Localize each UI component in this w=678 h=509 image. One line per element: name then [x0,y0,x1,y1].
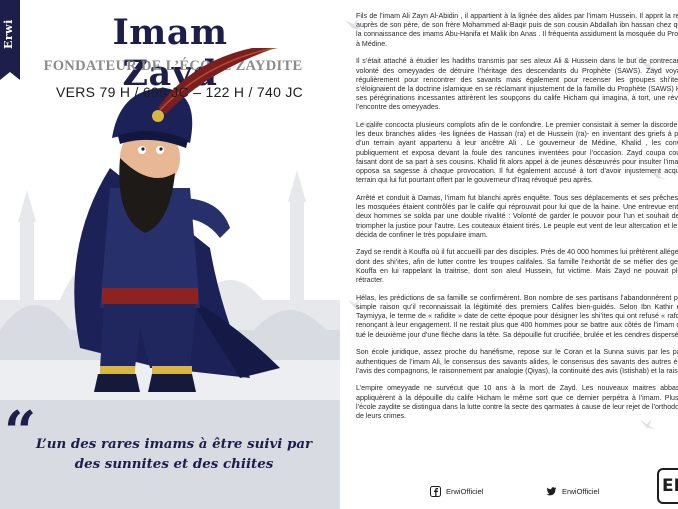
bio-paragraph: Il s’était attaché à étudier les hadiths… [356,57,678,112]
bio-paragraph: Arrêté et conduit à Damas, l’imam fut bl… [356,193,678,239]
twitter-link[interactable]: ErwiOfficiel [546,484,599,498]
imam-illustration [74,48,280,392]
bio-paragraph: Hélas, les prédictions de sa famille se … [356,293,678,339]
erwi-logo: ER [657,468,678,504]
biography-text: Fils de l’imam Ali Zayn Al-Abidin , il a… [356,12,678,430]
pull-quote: L’un des rares imams à être suivi par de… [35,436,313,472]
bio-paragraph: Fils de l’imam Ali Zayn Al-Abidin , il a… [356,12,678,48]
facebook-handle: ErwiOfficiel [446,486,484,496]
right-panel: Fils de l’imam Ali Zayn Al-Abidin , il a… [340,0,678,509]
bio-paragraph: Le calife concocta plusieurs complots af… [356,121,678,185]
bio-paragraph: Son école juridique, assez proche du han… [356,348,678,375]
facebook-link[interactable]: ErwiOfficiel [430,484,483,498]
lifetime-dates: VERS 79 H / 698 JC – 122 H / 740 JC [56,84,304,100]
bio-paragraph: Zayd se rendit à Kouffa où il fut accuei… [356,248,678,285]
left-panel: Erwi Imam Zayd FONDATEUR DE L’ÉCOLE ZAYD… [0,0,340,509]
brand-ribbon-text: Erwi [2,19,15,49]
facebook-icon [430,485,441,497]
twitter-handle: ErwiOfficiel [562,486,600,496]
twitter-icon [546,486,557,497]
bio-paragraph: L’empire omeyyade ne survécut que 10 ans… [356,384,678,421]
